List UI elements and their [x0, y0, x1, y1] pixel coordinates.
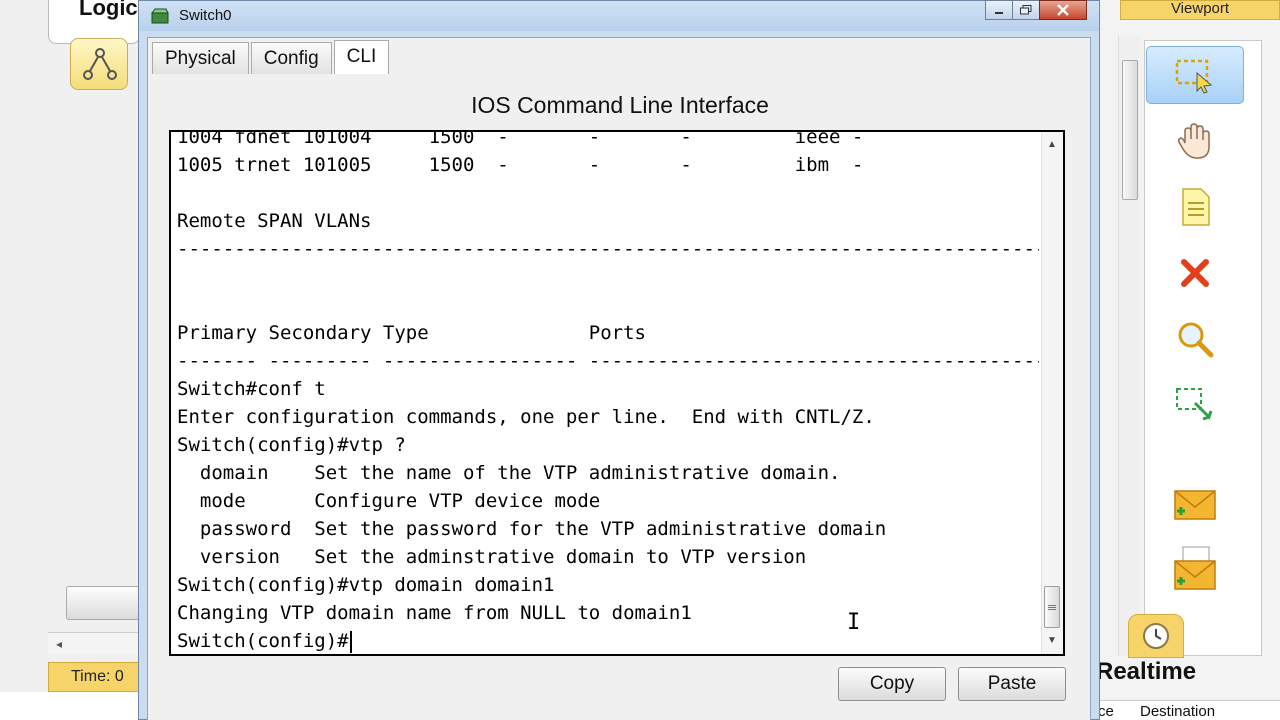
- device-window: Switch0 Physical Config CLI IOS Command …: [138, 0, 1100, 720]
- logical-topology-icon[interactable]: [70, 38, 128, 90]
- device-tabs: Physical Config CLI: [152, 40, 391, 74]
- add-simple-pdu-button[interactable]: [1146, 474, 1244, 532]
- resize-tool-button[interactable]: [1146, 376, 1244, 434]
- magnifier-icon: [1178, 322, 1214, 358]
- maximize-icon: [1020, 5, 1032, 15]
- terminal-line: Switch(config)#vtp ?: [177, 434, 406, 456]
- bottom-left-panel: [0, 692, 142, 720]
- envelope-add-icon: [1174, 490, 1216, 520]
- scroll-up-icon[interactable]: ▲: [1042, 136, 1062, 154]
- title-bar[interactable]: Switch0: [139, 0, 1099, 31]
- workspace-horizontal-scrollbar[interactable]: ◂: [48, 632, 142, 654]
- terminal-line: Primary Secondary Type Ports: [177, 322, 646, 344]
- switch-app-icon: [151, 7, 171, 30]
- envelope-document-icon: [1174, 546, 1216, 590]
- terminal-line: password Set the password for the VTP ad…: [177, 518, 887, 540]
- window-client-area: Physical Config CLI IOS Command Line Int…: [147, 37, 1091, 720]
- minimize-button[interactable]: [985, 0, 1013, 20]
- realtime-label: Realtime: [1096, 658, 1197, 685]
- workspace-scroll-thumb[interactable]: [1122, 60, 1138, 200]
- select-tool-button[interactable]: [1146, 46, 1244, 104]
- terminal-line: ------- --------- ----------------- ----…: [177, 350, 1039, 372]
- terminal-line: Switch#conf t: [177, 378, 326, 400]
- time-display: Time: 0: [48, 662, 142, 692]
- terminal-line: Switch(config)#: [177, 627, 1039, 654]
- scroll-down-icon[interactable]: ▼: [1042, 632, 1062, 650]
- tab-config[interactable]: Config: [250, 42, 332, 74]
- terminal-line: Switch(config)#vtp domain domain1: [177, 574, 555, 596]
- delete-x-icon: [1181, 259, 1209, 287]
- resize-shape-icon: [1176, 388, 1213, 421]
- inspect-tool-button[interactable]: [1146, 310, 1244, 368]
- logical-tab-label: Logic: [79, 0, 138, 20]
- realtime-mode-button[interactable]: [1128, 614, 1184, 658]
- terminal-line: version Set the adminstrative domain to …: [177, 546, 807, 568]
- event-column-destination: Destination: [1140, 703, 1216, 720]
- viewport-label: Viewport: [1170, 0, 1230, 17]
- terminal-line: Enter configuration commands, one per li…: [177, 406, 875, 428]
- terminal-scrollbar[interactable]: ▲ ▼: [1041, 132, 1063, 654]
- terminal-line: Changing VTP domain name from NULL to do…: [177, 602, 692, 624]
- terminal-scroll-thumb[interactable]: [1044, 586, 1060, 628]
- hand-icon: [1178, 123, 1210, 159]
- terminal-line: Remote SPAN VLANs: [177, 210, 372, 232]
- cli-heading: IOS Command Line Interface: [471, 92, 769, 118]
- background-button[interactable]: [66, 586, 142, 620]
- move-tool-button[interactable]: [1146, 112, 1244, 170]
- terminal-line: mode Configure VTP device mode: [177, 490, 601, 512]
- close-icon: [1057, 4, 1069, 16]
- scroll-left-icon[interactable]: ◂: [56, 637, 62, 651]
- delete-tool-button[interactable]: [1146, 244, 1244, 302]
- window-title: Switch0: [179, 7, 232, 24]
- select-icon: [1175, 59, 1213, 94]
- tab-cli[interactable]: CLI: [333, 40, 390, 74]
- time-label: Time: 0: [71, 668, 124, 685]
- terminal-caret: [349, 630, 352, 653]
- paste-button[interactable]: Paste: [958, 667, 1066, 701]
- terminal-line: 1005 trnet 101005 1500 - - - ibm -: [177, 154, 864, 176]
- text-cursor-icon: I: [847, 610, 861, 635]
- minimize-icon: [995, 12, 1003, 14]
- maximize-button[interactable]: [1012, 0, 1040, 20]
- add-complex-pdu-button[interactable]: [1146, 540, 1244, 598]
- viewport-button[interactable]: Viewport: [1120, 0, 1280, 20]
- workspace-vertical-scrollbar[interactable]: [1118, 36, 1140, 656]
- note-icon: [1182, 188, 1210, 226]
- clock-icon: [1143, 623, 1169, 649]
- terminal-line: domain Set the name of the VTP administr…: [177, 462, 841, 484]
- terminal-line: 1004 fdnet 101004 1500 - - - ieee -: [177, 130, 864, 148]
- close-button[interactable]: [1039, 0, 1087, 20]
- tab-physical[interactable]: Physical: [152, 42, 249, 74]
- event-column-ce: ce: [1098, 703, 1114, 720]
- cli-terminal[interactable]: 1004 fdnet 101004 1500 - - - ieee - 1005 …: [169, 130, 1065, 656]
- copy-button[interactable]: Copy: [838, 667, 946, 701]
- terminal-line: ----------------------------------------…: [177, 238, 1039, 260]
- event-list-header: ce Destination: [1096, 700, 1280, 720]
- terminal-output: 1004 fdnet 101004 1500 - - - ieee - 1005 …: [177, 130, 1039, 654]
- note-tool-button[interactable]: [1146, 178, 1244, 236]
